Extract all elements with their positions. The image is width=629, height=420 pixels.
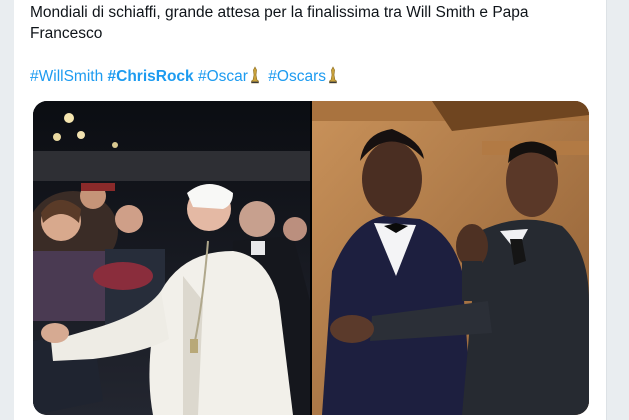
hashtag-willsmith-link[interactable]: #WillSmith (30, 68, 103, 85)
hashtag-oscars-link[interactable]: #Oscars (268, 68, 326, 85)
hashtag-row: #WillSmith #ChrisRock #Oscar #Oscars (30, 66, 342, 90)
pope-francis-slap-photo[interactable] (33, 101, 310, 415)
hashtag-chrisrock-link[interactable]: #ChrisRock (108, 68, 194, 85)
hashtag-oscar-link[interactable]: #Oscar (198, 68, 248, 85)
trophy-icon (328, 66, 338, 90)
media-grid (33, 101, 589, 415)
tweet-text-line-1: Mondiali di schiaffi, grande attesa per … (30, 4, 529, 21)
tweet-text: Mondiali di schiaffi, grande attesa per … (30, 2, 590, 44)
tweet-text-line-2: Francesco (30, 25, 103, 42)
will-smith-chris-rock-slap-photo[interactable] (312, 101, 589, 415)
trophy-icon (250, 66, 260, 90)
tweet-card[interactable]: Mondiali di schiaffi, grande attesa per … (14, 0, 607, 420)
